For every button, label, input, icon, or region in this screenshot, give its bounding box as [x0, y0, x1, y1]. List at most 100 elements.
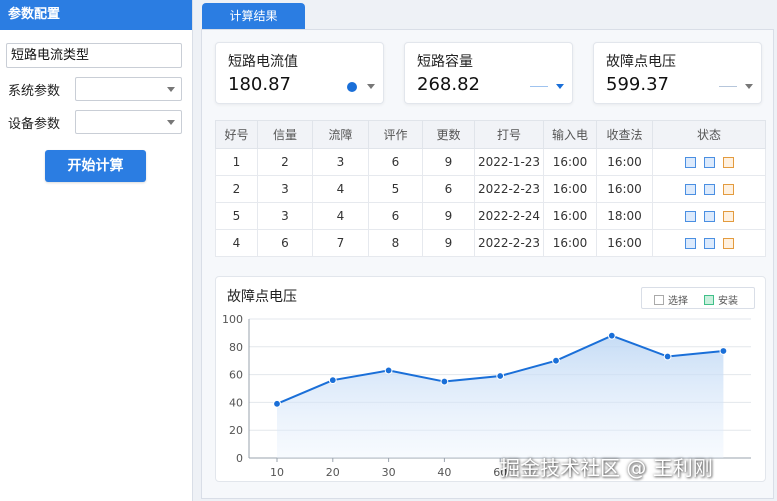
- table-cell: 2022-2-23: [474, 175, 544, 203]
- column-header: 更数: [422, 120, 475, 149]
- status-checkbox[interactable]: [703, 211, 715, 222]
- series-area: [277, 335, 724, 458]
- y-tick-label: 20: [229, 424, 243, 437]
- table-row[interactable]: 1 2 3 6 9 2022-1-23 16:00 16:00: [215, 148, 766, 176]
- table-cell: 6: [368, 148, 423, 176]
- chevron-down-icon[interactable]: [556, 84, 564, 89]
- card-value: 599.37: [606, 74, 669, 95]
- start-calculation-button[interactable]: 开始计算: [45, 150, 146, 182]
- x-tick-label: 40: [437, 466, 451, 479]
- card-title: 故障点电压: [606, 54, 676, 70]
- table-cell: 4: [215, 229, 258, 257]
- column-header: 流障: [312, 120, 369, 149]
- data-point: [719, 347, 728, 355]
- chevron-down-icon: [167, 120, 175, 125]
- status-checkbox[interactable]: [684, 211, 696, 222]
- x-tick-label: 30: [382, 466, 396, 479]
- column-header: 输入电: [543, 120, 597, 149]
- y-tick-label: 60: [229, 369, 243, 382]
- table-cell: 16:00: [543, 229, 597, 257]
- status-checkbox[interactable]: [684, 184, 696, 195]
- column-header: 信量: [257, 120, 313, 149]
- table-cell: 8: [368, 229, 423, 257]
- table-cell: 4: [312, 202, 369, 230]
- status-checkbox[interactable]: [722, 211, 734, 222]
- table-cell: 16:00: [543, 202, 597, 230]
- status-cell: [652, 175, 766, 203]
- results-table: 好号 信量 流障 评作 更数 打号 输入电 收查法 状态 1 2 3 6 9 2…: [215, 120, 766, 257]
- data-point: [607, 331, 616, 340]
- column-header: 打号: [474, 120, 544, 149]
- x-tick-label: 20: [326, 466, 340, 479]
- table-row[interactable]: 5 3 4 6 9 2022-2-24 16:00 18:00: [215, 202, 766, 230]
- card-title: 短路电流值: [228, 54, 298, 70]
- table-cell: 2022-2-23: [474, 229, 544, 257]
- status-checkbox[interactable]: [684, 157, 696, 168]
- table-cell: 16:00: [596, 148, 653, 176]
- device-param-select[interactable]: [75, 110, 182, 134]
- line-icon: [719, 86, 737, 87]
- table-row[interactable]: 4 6 7 8 9 2022-2-23 16:00 16:00: [215, 229, 766, 257]
- table-cell: 5: [368, 175, 423, 203]
- table-cell: 2022-2-24: [474, 202, 544, 230]
- table-cell: 3: [312, 148, 369, 176]
- status-dot-icon: [347, 82, 357, 92]
- system-param-label: 系统参数: [8, 84, 61, 99]
- data-point: [440, 377, 449, 386]
- system-param-select[interactable]: [75, 77, 182, 101]
- data-point: [384, 366, 393, 375]
- table-cell: 16:00: [543, 175, 597, 203]
- status-checkbox[interactable]: [703, 157, 715, 168]
- status-checkbox[interactable]: [722, 157, 734, 168]
- status-checkbox[interactable]: [703, 238, 715, 249]
- table-cell: 6: [422, 175, 475, 203]
- y-tick-label: 80: [229, 341, 243, 354]
- tab-results[interactable]: 计算结果: [202, 3, 305, 30]
- data-point: [496, 372, 505, 380]
- table-cell: 9: [422, 202, 475, 230]
- card-title: 短路容量: [417, 54, 473, 70]
- column-header: 评作: [368, 120, 423, 149]
- table-cell: 2: [257, 148, 313, 176]
- table-cell: 18:00: [596, 202, 653, 230]
- table-row[interactable]: 2 3 4 5 6 2022-2-23 16:00 16:00: [215, 175, 766, 203]
- status-checkbox[interactable]: [684, 238, 696, 249]
- y-tick-label: 100: [222, 313, 243, 326]
- table-cell: 9: [422, 229, 475, 257]
- table-cell: 16:00: [543, 148, 597, 176]
- table-cell: 2022-1-23: [474, 148, 544, 176]
- table-cell: 5: [215, 202, 258, 230]
- status-checkbox[interactable]: [703, 184, 715, 195]
- device-param-label: 设备参数: [8, 117, 61, 132]
- watermark-text: 掘金技术社区 @ 王利刚: [500, 456, 713, 480]
- data-point: [328, 376, 337, 385]
- status-cell: [652, 229, 766, 257]
- chevron-down-icon[interactable]: [367, 84, 375, 89]
- card-fault-voltage: 故障点电压 599.37: [593, 42, 762, 104]
- card-value: 180.87: [228, 74, 291, 95]
- table-cell: 7: [312, 229, 369, 257]
- status-checkbox[interactable]: [722, 184, 734, 195]
- x-tick-label: 10: [270, 466, 284, 479]
- column-header: 状态: [652, 120, 766, 149]
- card-short-circuit-current: 短路电流值 180.87: [215, 42, 384, 104]
- data-point: [552, 356, 560, 365]
- table-cell: 1: [215, 148, 258, 176]
- data-point: [663, 352, 672, 361]
- table-cell: 3: [257, 175, 313, 203]
- table-cell: 9: [422, 148, 475, 176]
- status-checkbox[interactable]: [722, 238, 734, 249]
- data-point: [273, 399, 281, 408]
- line-icon: [530, 86, 548, 87]
- table-cell: 2: [215, 175, 258, 203]
- y-tick-label: 0: [236, 452, 243, 465]
- table-cell: 16:00: [596, 229, 653, 257]
- table-cell: 16:00: [596, 175, 653, 203]
- column-header: 好号: [215, 120, 258, 149]
- status-cell: [652, 202, 766, 230]
- chevron-down-icon[interactable]: [745, 84, 753, 89]
- current-type-field[interactable]: 短路电流类型: [6, 43, 182, 68]
- status-cell: [652, 148, 766, 176]
- table-cell: 6: [368, 202, 423, 230]
- table-cell: 4: [312, 175, 369, 203]
